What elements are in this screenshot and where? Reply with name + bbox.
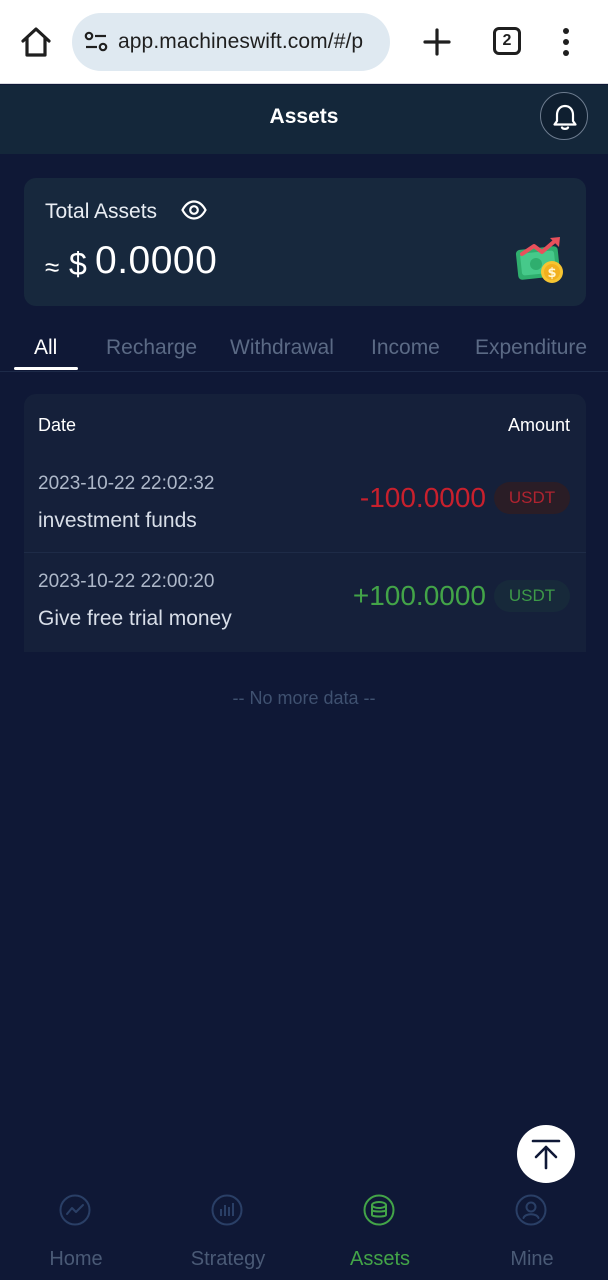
- tab-withdrawal[interactable]: Withdrawal: [230, 336, 334, 360]
- page-title: Assets: [269, 105, 339, 128]
- approx-symbol: ≈: [45, 252, 60, 282]
- transaction-amount: +100.0000: [352, 580, 486, 611]
- notification-button[interactable]: [540, 92, 588, 140]
- bottom-navigation: Home Strategy Assets Mine: [0, 1184, 608, 1280]
- nav-mine-label: Mine: [510, 1248, 554, 1270]
- transaction-datetime: 2023-10-22 22:02:32: [38, 473, 215, 494]
- bar-chart-icon: [211, 1194, 243, 1226]
- date-column-header: Date: [38, 415, 77, 435]
- tab-switcher-button[interactable]: 2: [493, 27, 521, 55]
- nav-mine[interactable]: Mine: [456, 1184, 608, 1280]
- arrow-up-to-top-icon: [531, 1139, 561, 1170]
- url-text[interactable]: app.machineswift.com/#/p: [118, 30, 380, 54]
- nav-home-label: Home: [49, 1248, 103, 1270]
- tab-all[interactable]: All: [34, 336, 57, 360]
- more-vert-icon[interactable]: [556, 26, 576, 58]
- total-assets-value: 0.0000: [95, 239, 218, 282]
- nav-assets-label: Assets: [349, 1248, 411, 1270]
- user-icon: [515, 1194, 547, 1226]
- transaction-datetime: 2023-10-22 22:00:20: [38, 571, 215, 592]
- chart-line-icon: [59, 1194, 91, 1226]
- total-assets-label: Total Assets: [45, 200, 158, 223]
- nav-home[interactable]: Home: [0, 1184, 152, 1280]
- coin-stack-icon: [363, 1194, 395, 1226]
- active-tab-indicator: [14, 367, 78, 370]
- app-header: Assets: [0, 85, 608, 154]
- transaction-type-tabs: All Recharge Withdrawal Income Expenditu…: [0, 326, 608, 372]
- table-row[interactable]: 2023-10-22 22:02:32 investment funds -10…: [24, 456, 586, 553]
- browser-toolbar: app.machineswift.com/#/p 2: [0, 0, 608, 84]
- eye-icon[interactable]: [181, 200, 207, 225]
- back-to-top-button[interactable]: [517, 1125, 575, 1183]
- currency-badge: USDT: [494, 580, 570, 612]
- transaction-description: investment funds: [38, 509, 197, 532]
- nav-strategy-label: Strategy: [190, 1248, 266, 1270]
- site-settings-icon[interactable]: [84, 31, 108, 53]
- transactions-table: Date Amount 2023-10-22 22:02:32 investme…: [24, 394, 586, 652]
- plus-icon[interactable]: [421, 26, 453, 58]
- currency-badge: USDT: [494, 482, 570, 514]
- currency-symbol: $: [69, 246, 87, 282]
- money-growth-icon: $: [514, 234, 568, 293]
- transaction-amount: -100.0000: [359, 482, 486, 513]
- tab-income[interactable]: Income: [371, 336, 440, 360]
- home-icon[interactable]: [18, 24, 54, 60]
- table-row[interactable]: 2023-10-22 22:00:20 Give free trial mone…: [24, 554, 586, 651]
- amount-column-header: Amount: [507, 415, 570, 435]
- nav-strategy[interactable]: Strategy: [152, 1184, 304, 1280]
- tab-expenditure[interactable]: Expenditure: [475, 336, 587, 360]
- no-more-data-label: -- No more data --: [232, 688, 376, 708]
- tab-recharge[interactable]: Recharge: [106, 336, 197, 360]
- total-assets-card: Total Assets ≈ $ 0.0000 $: [24, 178, 586, 306]
- bell-icon: [553, 104, 577, 130]
- nav-assets[interactable]: Assets: [304, 1184, 456, 1280]
- svg-text:$: $: [547, 266, 556, 281]
- transaction-description: Give free trial money: [38, 607, 232, 630]
- address-bar[interactable]: app.machineswift.com/#/p: [72, 13, 390, 71]
